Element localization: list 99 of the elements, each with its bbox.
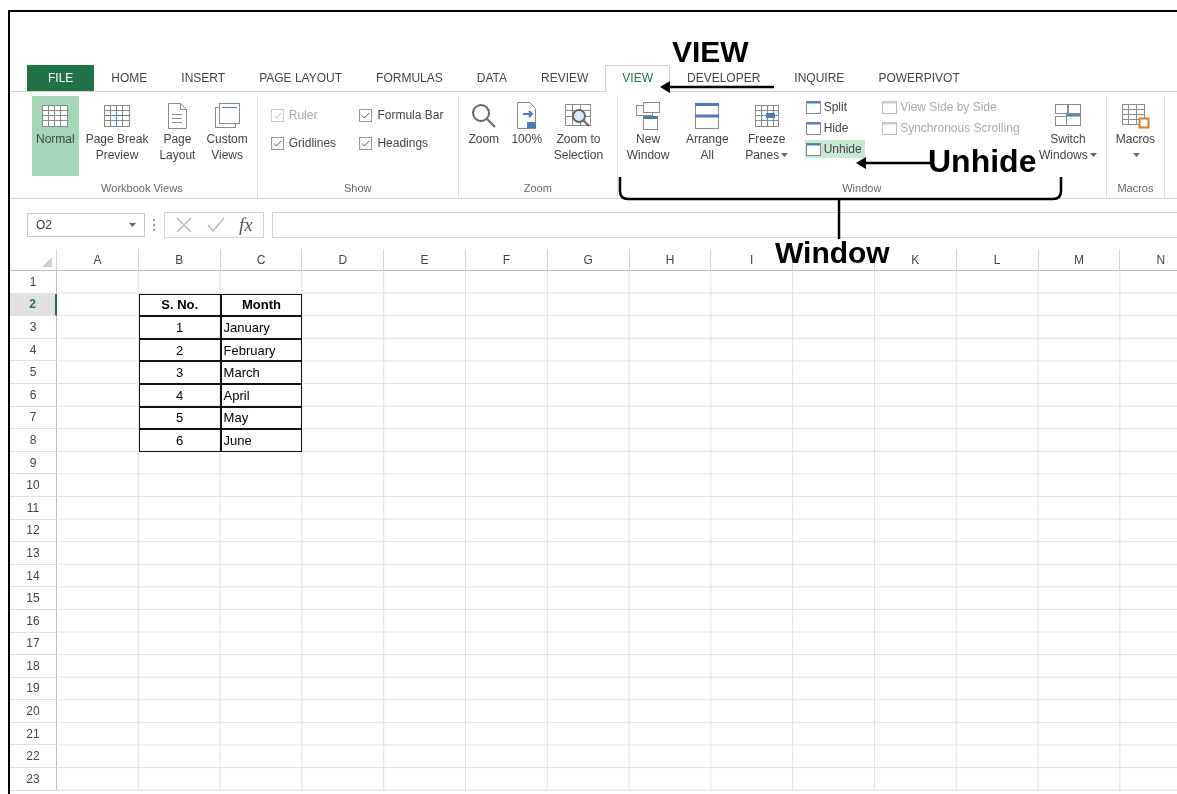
ribbon-button[interactable]: 100% xyxy=(506,96,547,176)
table-cell: June xyxy=(220,429,303,452)
row-header[interactable]: 11 xyxy=(10,496,57,520)
row-header[interactable]: 13 xyxy=(10,542,57,565)
group-label: Window xyxy=(841,181,883,196)
row-header[interactable]: 22 xyxy=(10,745,57,769)
ribbon-button[interactable]: Macros xyxy=(1111,96,1160,176)
column-header[interactable]: G xyxy=(547,249,630,271)
name-box[interactable]: O2 xyxy=(27,213,145,237)
table-cell: 5 xyxy=(138,406,221,430)
table-cell: 2 xyxy=(138,338,221,362)
ribbon-button[interactable]: Normal xyxy=(32,96,79,176)
ribbon-button[interactable]: Zoom xyxy=(463,96,504,176)
table-cell: 1 xyxy=(138,316,221,339)
row-header[interactable]: 4 xyxy=(10,338,57,362)
table-cell: 3 xyxy=(138,361,221,384)
ribbon-tab[interactable]: HOME xyxy=(94,65,165,91)
column-header[interactable]: B xyxy=(138,249,221,271)
table-cell: April xyxy=(220,383,303,407)
row-header[interactable]: 10 xyxy=(10,474,57,497)
column-header[interactable]: N xyxy=(1120,249,1177,271)
row-header[interactable]: 8 xyxy=(10,429,57,452)
row-header[interactable]: 3 xyxy=(10,316,57,339)
ribbon-tab[interactable]: VIEW xyxy=(605,65,670,92)
window-icon xyxy=(805,100,821,114)
ribbon-tab[interactable]: PAGE LAYOUT xyxy=(242,65,360,91)
annotation-label: VIEW xyxy=(672,37,749,67)
insert-function-button[interactable]: fx xyxy=(239,214,253,236)
ribbon-button[interactable]: Arrange All xyxy=(681,96,733,176)
formula-input[interactable] xyxy=(271,212,1177,238)
ribbon-button[interactable]: New Window xyxy=(622,96,674,176)
caret-icon xyxy=(781,153,789,158)
window-icon xyxy=(805,121,821,135)
row-header[interactable]: 23 xyxy=(10,768,57,791)
ribbon-tab[interactable]: INSERT xyxy=(164,65,243,91)
ribbon-tab[interactable]: DEVELOPER xyxy=(670,65,778,91)
row-header[interactable]: 19 xyxy=(10,677,57,701)
select-all-icon xyxy=(42,257,52,267)
row-header[interactable]: 14 xyxy=(10,564,57,588)
window-icon xyxy=(882,121,898,135)
table-cell: S. No. xyxy=(138,293,221,317)
row-header[interactable]: 2 xyxy=(10,293,57,317)
column-header[interactable]: M xyxy=(1038,249,1121,271)
table-cell: May xyxy=(220,406,303,430)
table-cell: 6 xyxy=(138,429,221,452)
column-header[interactable]: H xyxy=(629,249,712,271)
column-header[interactable]: C xyxy=(220,249,303,271)
checkbox[interactable]: Gridlines xyxy=(270,136,338,150)
ribbon-button[interactable]: Custom Views xyxy=(202,96,252,176)
row-header[interactable]: 1 xyxy=(10,271,57,294)
table-cell: March xyxy=(220,361,303,384)
table-cell: January xyxy=(220,316,303,339)
group-label: Workbook Views xyxy=(100,181,184,196)
group-label: Macros xyxy=(1116,181,1155,196)
column-header[interactable]: L xyxy=(956,249,1039,271)
row-header[interactable]: 21 xyxy=(10,722,57,746)
ribbon-button[interactable]: Page Layout xyxy=(155,96,200,176)
column-header[interactable]: A xyxy=(57,249,139,271)
ribbon-button[interactable]: Switch Windows xyxy=(1035,96,1101,176)
row-header[interactable]: 6 xyxy=(10,383,57,407)
row-header[interactable]: 5 xyxy=(10,361,57,384)
dots-icon xyxy=(153,219,156,231)
table-cell: February xyxy=(220,338,303,362)
ribbon-small-button[interactable]: Hide xyxy=(804,119,865,137)
ribbon-button[interactable]: Page Break Preview xyxy=(81,96,153,176)
caret-icon xyxy=(1132,153,1140,158)
row-header[interactable]: 15 xyxy=(10,587,57,610)
row-header[interactable]: 16 xyxy=(10,609,57,633)
table-cell: Month xyxy=(220,293,303,317)
ribbon-tab[interactable]: REVIEW xyxy=(524,65,606,91)
window-icon xyxy=(882,100,898,114)
close-icon[interactable] xyxy=(175,216,193,234)
column-header[interactable]: F xyxy=(466,249,548,271)
window-icon xyxy=(805,142,821,156)
checkbox[interactable]: Formula Bar xyxy=(359,108,445,122)
caret-icon xyxy=(1089,153,1097,158)
group-label: Show xyxy=(343,181,373,196)
ribbon-tab[interactable]: FORMULAS xyxy=(359,65,460,91)
column-header[interactable]: E xyxy=(384,249,466,271)
annotation-label: Unhide xyxy=(928,145,1037,177)
check-icon[interactable] xyxy=(207,217,225,233)
ribbon-small-button[interactable]: Split xyxy=(804,98,865,116)
checkbox[interactable]: Headings xyxy=(359,136,445,150)
group-label: Zoom xyxy=(522,181,553,196)
row-header[interactable]: 7 xyxy=(10,406,57,430)
ribbon-tab[interactable]: INQUIRE xyxy=(777,65,862,91)
table-cell: 4 xyxy=(138,383,221,407)
ribbon-tab[interactable]: POWERPIVOT xyxy=(861,65,977,91)
row-header[interactable]: 9 xyxy=(10,451,57,475)
ribbon-button[interactable]: Freeze Panes xyxy=(741,96,793,176)
row-header[interactable]: 12 xyxy=(10,519,57,543)
ribbon-tab[interactable]: FILE xyxy=(27,65,95,91)
row-header[interactable]: 20 xyxy=(10,700,57,723)
caret-icon xyxy=(129,223,136,227)
row-header[interactable]: 18 xyxy=(10,655,57,678)
ribbon-button[interactable]: Zoom to Selection xyxy=(549,96,608,176)
ribbon-small-button[interactable]: Unhide xyxy=(804,140,865,158)
ribbon-tab[interactable]: DATA xyxy=(459,65,524,91)
column-header[interactable]: D xyxy=(302,249,385,271)
